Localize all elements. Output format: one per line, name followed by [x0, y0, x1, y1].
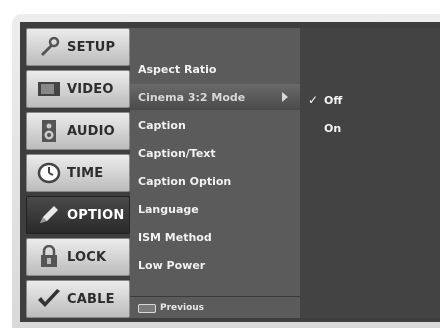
menu-item-label: Caption/Text	[138, 146, 216, 160]
osd-menu-panel: SETUP VIDEO AUDIO TIME OPTION LOCK CABLE…	[20, 22, 440, 322]
category-label: AUDIO	[67, 123, 115, 139]
padlock-icon	[35, 245, 63, 269]
menu-item-ism-method[interactable]: ISM Method	[130, 224, 300, 250]
menu-item-caption[interactable]: Caption	[130, 112, 300, 138]
category-label: VIDEO	[67, 81, 114, 97]
osd-menu-frame: SETUP VIDEO AUDIO TIME OPTION LOCK CABLE…	[12, 14, 440, 328]
footer-label: Previous	[160, 303, 205, 313]
menu-item-low-power[interactable]: Low Power	[130, 252, 300, 278]
speaker-icon	[35, 119, 63, 143]
category-time[interactable]: TIME	[26, 154, 130, 192]
checkmark-icon	[35, 287, 63, 311]
option-off[interactable]: ✓ Off	[300, 88, 440, 112]
menu-list: Aspect Ratio Cinema 3:2 Mode Caption Cap…	[130, 28, 300, 318]
pencil-icon	[35, 203, 63, 227]
option-label: On	[324, 121, 342, 135]
menu-item-caption-text[interactable]: Caption/Text	[130, 140, 300, 166]
menu-item-caption-option[interactable]: Caption Option	[130, 168, 300, 194]
category-option[interactable]: OPTION	[26, 196, 130, 234]
category-video[interactable]: VIDEO	[26, 70, 130, 108]
category-setup[interactable]: SETUP	[26, 28, 130, 66]
menu-item-label: ISM Method	[138, 230, 212, 244]
menu-item-label: Low Power	[138, 258, 206, 272]
tv-icon	[35, 77, 63, 101]
category-label: SETUP	[67, 39, 116, 55]
category-label: TIME	[67, 165, 104, 181]
footer-previous[interactable]: Previous	[130, 296, 300, 319]
category-label: LOCK	[67, 249, 107, 265]
menu-item-label: Caption Option	[138, 174, 232, 188]
category-lock[interactable]: LOCK	[26, 238, 130, 276]
check-icon: ✓	[308, 93, 319, 107]
category-label: OPTION	[67, 207, 125, 223]
menu-item-label: Caption	[138, 118, 186, 132]
category-column: SETUP VIDEO AUDIO TIME OPTION LOCK CABLE	[26, 28, 130, 328]
menu-key-icon	[138, 303, 156, 313]
clock-icon	[35, 161, 63, 185]
option-label: Off	[324, 93, 343, 107]
option-panel: ✓ Off On	[300, 28, 440, 318]
category-label: CABLE	[67, 291, 115, 307]
option-on[interactable]: On	[300, 116, 440, 140]
menu-item-aspect-ratio[interactable]: Aspect Ratio	[130, 56, 300, 82]
menu-item-language[interactable]: Language	[130, 196, 300, 222]
category-audio[interactable]: AUDIO	[26, 112, 130, 150]
menu-item-label: Aspect Ratio	[138, 62, 217, 76]
menu-item-label: Language	[138, 202, 199, 216]
submenu-arrow-icon	[282, 92, 288, 102]
category-cable[interactable]: CABLE	[26, 280, 130, 318]
wrench-icon	[35, 35, 63, 59]
menu-item-cinema-3-2-mode[interactable]: Cinema 3:2 Mode	[130, 84, 300, 110]
menu-item-label: Cinema 3:2 Mode	[138, 90, 246, 104]
